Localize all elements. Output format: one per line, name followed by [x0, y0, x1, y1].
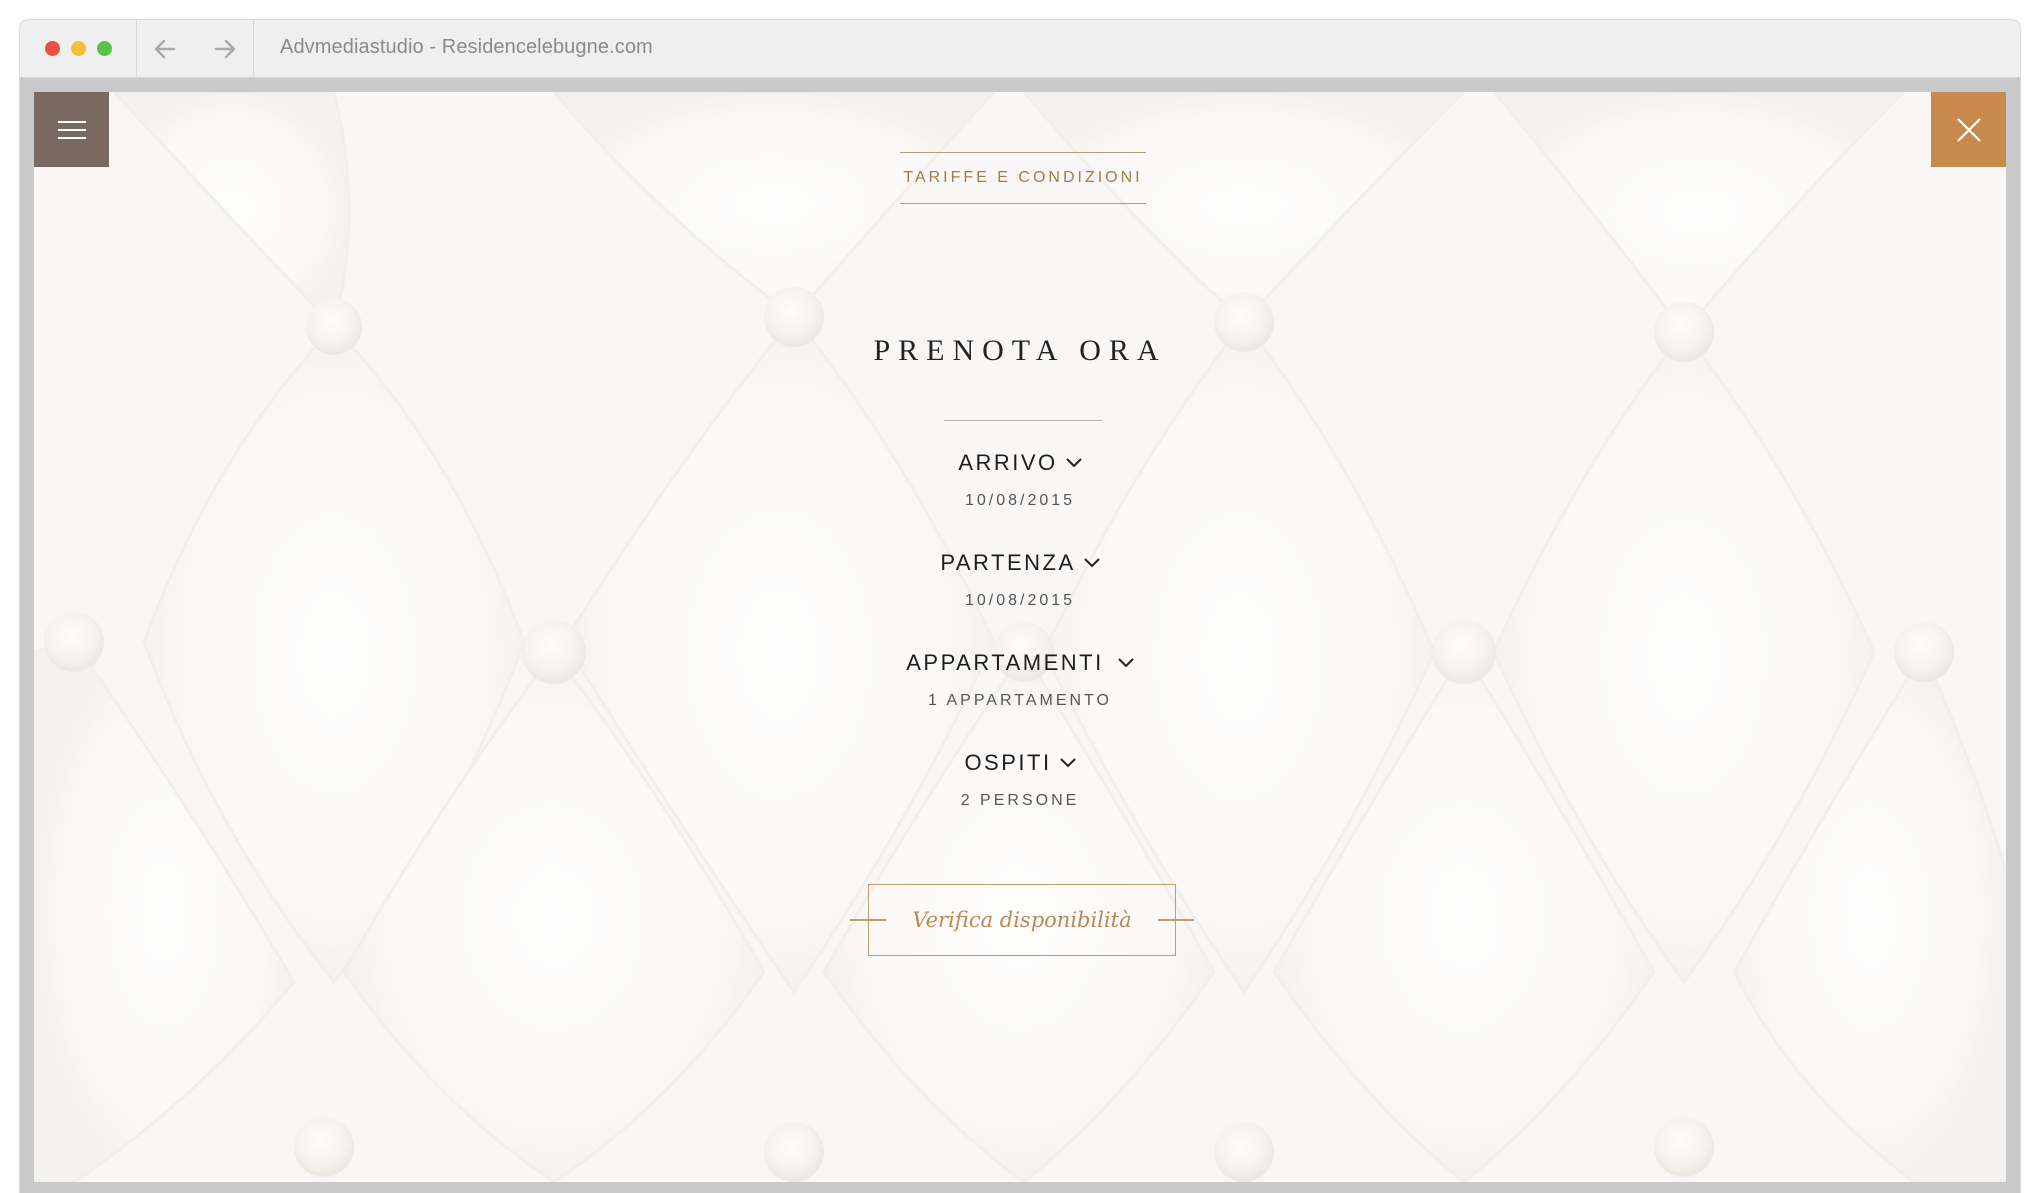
menu-button[interactable]: [34, 92, 109, 167]
appartamenti-dropdown[interactable]: APPARTAMENTI: [34, 648, 2006, 676]
title-divider: [944, 420, 1102, 421]
partenza-label: PARTENZA: [940, 550, 1076, 575]
chevron-down-icon: [1065, 448, 1082, 474]
page-viewport: TARIFFE E CONDIZIONI PRENOTA ORA ARRIVO …: [34, 92, 2006, 1182]
close-icon: [1956, 117, 1981, 142]
verifica-disponibilita-button[interactable]: Verifica disponibilità: [868, 884, 1176, 956]
partenza-value[interactable]: 10/08/2015: [34, 592, 2006, 610]
chevron-down-icon: [1118, 648, 1134, 674]
arrivo-dropdown[interactable]: ARRIVO: [34, 448, 2006, 476]
arrow-left-icon: [154, 39, 176, 59]
tariffe-link-frame: TARIFFE E CONDIZIONI: [900, 152, 1146, 204]
hamburger-icon: [57, 120, 86, 139]
cta-frame: Verifica disponibilità: [850, 884, 1194, 956]
toolbar-divider: [253, 20, 254, 78]
close-window-button[interactable]: [45, 41, 60, 56]
toolbar-divider: [136, 20, 137, 78]
partenza-dropdown[interactable]: PARTENZA: [34, 548, 2006, 576]
address-bar[interactable]: Advmediastudio - Residencelebugne.com: [280, 36, 653, 59]
arrivo-label: ARRIVO: [958, 450, 1058, 475]
browser-window: Advmediastudio - Residencelebugne.com TA…: [20, 20, 2020, 1193]
close-button[interactable]: [1931, 92, 2006, 167]
forward-button[interactable]: [208, 34, 242, 64]
chevron-down-icon: [1083, 548, 1100, 574]
back-button[interactable]: [148, 34, 182, 64]
page-title: PRENOTA ORA: [873, 334, 1167, 367]
tariffe-link[interactable]: TARIFFE E CONDIZIONI: [903, 169, 1142, 187]
maximize-window-button[interactable]: [97, 41, 112, 56]
appartamenti-label: APPARTAMENTI: [906, 650, 1104, 675]
arrivo-value[interactable]: 10/08/2015: [34, 492, 2006, 510]
browser-toolbar: Advmediastudio - Residencelebugne.com: [20, 20, 2020, 78]
ospiti-label: OSPITI: [964, 750, 1052, 775]
appartamenti-value[interactable]: 1 APPARTAMENTO: [34, 692, 2006, 710]
ospiti-value[interactable]: 2 PERSONE: [34, 792, 2006, 810]
minimize-window-button[interactable]: [71, 41, 86, 56]
tufted-background: [34, 92, 2006, 1182]
ospiti-dropdown[interactable]: OSPITI: [34, 748, 2006, 776]
arrow-right-icon: [214, 39, 236, 59]
chevron-down-icon: [1059, 748, 1076, 774]
